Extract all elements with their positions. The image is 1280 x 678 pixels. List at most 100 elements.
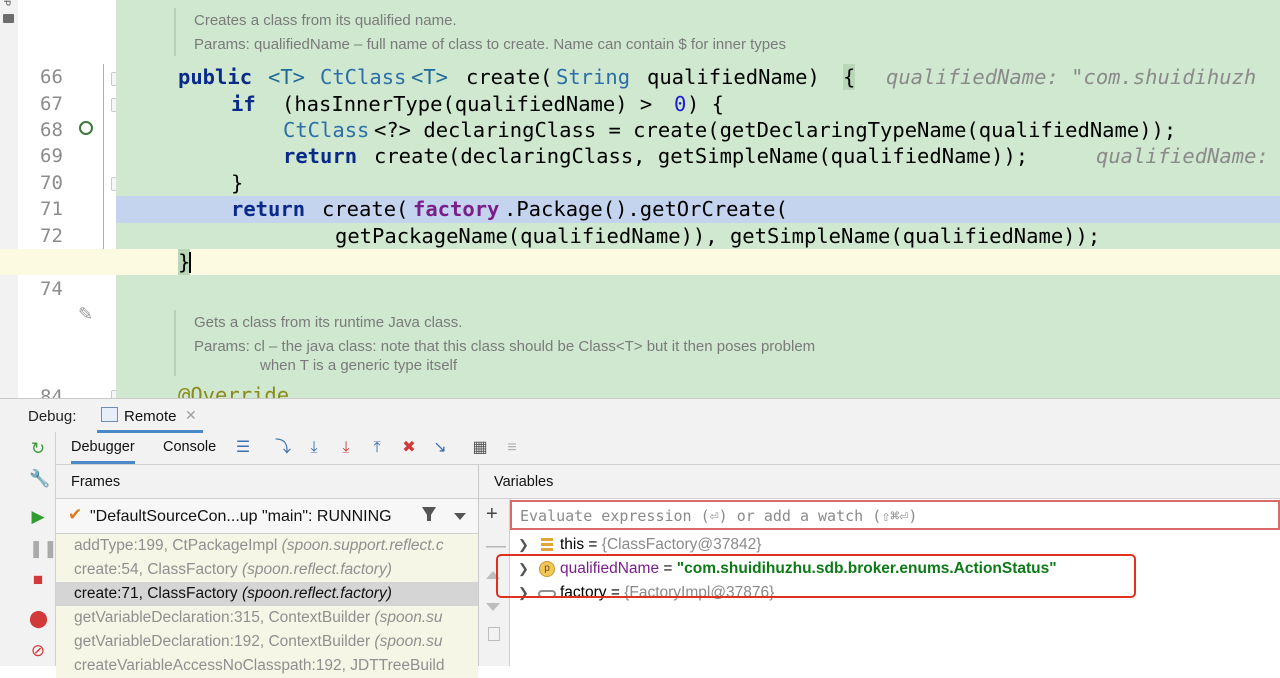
code-line-84[interactable]: @Override (116, 382, 1280, 398)
field: factory (413, 197, 500, 221)
thread-name: "DefaultSourceCon...up "main": RUNNING (90, 508, 392, 525)
debug-label: Debug: (28, 408, 77, 425)
chevron-down-icon[interactable] (454, 513, 466, 520)
check-icon: ✔ (68, 505, 83, 524)
tab-debugger[interactable]: Debugger (71, 432, 135, 464)
run-to-cursor-icon[interactable]: ↘ (430, 438, 450, 458)
trace-icon[interactable]: ≡ (502, 438, 522, 458)
frames-header: Frames (56, 465, 478, 499)
field-list-icon (541, 538, 553, 552)
frame-row[interactable]: getVariableDeclaration:192, ContextBuild… (56, 630, 478, 654)
type-param: <T> (411, 65, 449, 89)
rerun-icon[interactable]: ↻ (29, 440, 47, 458)
code-text: getPackageName(qualifiedName)), getSimpl… (335, 224, 1101, 248)
inline-value-hint: qualifiedName: "com.shuidihuzh (886, 65, 1257, 89)
type: CtClass (283, 118, 370, 142)
doc-comment-line: Params: qualifiedName – full name of cla… (194, 36, 786, 53)
line-number: 66 (40, 66, 63, 88)
pencil-icon[interactable]: ✎ (78, 304, 93, 325)
keyword: if (231, 92, 256, 116)
line-number: 67 (40, 93, 63, 115)
debugger-toolbar: Debugger Console ☰ ⤵ ⤓ ⤓ ⤒ ✖ ↘ ▦ ≡ (56, 432, 1280, 465)
variable-value: {ClassFactory@37842} (601, 536, 762, 553)
evaluate-expression-box[interactable] (510, 500, 1280, 530)
type-param: <T> (268, 65, 306, 89)
method-name: create( (466, 65, 553, 89)
code-text: .Package().getOrCreate( (504, 197, 788, 221)
step-out-icon[interactable]: ⤒ (367, 438, 387, 458)
code-line-70[interactable]: } (116, 170, 1280, 196)
code-area[interactable]: Creates a class from its qualified name.… (0, 0, 1280, 398)
evaluate-table-icon[interactable]: ▦ (470, 438, 490, 458)
variables-panel[interactable]: Variables + — ❯ this = {ClassFactory@378… (479, 465, 1280, 666)
step-into-icon[interactable]: ⤓ (336, 438, 356, 458)
frame-row[interactable]: create:54, ClassFactory (spoon.reflect.f… (56, 558, 478, 582)
variables-header: Variables (479, 465, 1280, 499)
code-line-69[interactable]: return create(declaringClass, getSimpleN… (116, 143, 1280, 169)
settings-wrench-icon[interactable]: 🔧 (29, 470, 50, 488)
doc-comment-line: Gets a class from its runtime Java class… (194, 314, 463, 331)
evaluate-expression-input[interactable] (518, 504, 1262, 528)
drop-frame-icon[interactable]: ✖ (399, 438, 419, 458)
line-number: 69 (40, 145, 63, 167)
annotation: @Override (178, 383, 290, 398)
variable-name: this (560, 536, 585, 553)
code-text: (hasInnerType(qualifiedName) > (282, 92, 665, 116)
line-number: 74 (40, 278, 63, 300)
code-line-68[interactable]: CtClass <?> declaringClass = create(getD… (116, 117, 1280, 143)
number-literal: 0 (674, 92, 687, 116)
keyword: return (283, 144, 358, 168)
code-line-71[interactable]: return create( factory .Package().getOrC… (116, 196, 1280, 222)
debug-side-toolbar: ↻ 🔧 ▶ ❚❚ ■ ⬤ ⊘ (20, 432, 58, 666)
folder-icon[interactable] (3, 14, 14, 23)
pause-icon[interactable]: ❚❚ (29, 540, 58, 558)
code-line-73[interactable]: } (116, 249, 1280, 275)
line-number: 71 (40, 198, 63, 220)
code-editor[interactable]: P 66 67 68 69 70 71 72 73 74 84 ✎ Create… (0, 0, 1280, 398)
highlight-annotation-box (496, 554, 1136, 598)
menu-icon[interactable]: ☰ (233, 438, 253, 458)
project-strip[interactable]: P (0, 0, 19, 398)
code-line-72[interactable]: getPackageName(qualifiedName)), getSimpl… (116, 223, 1280, 249)
doc-comment-line: Params: cl – the java class: note that t… (194, 338, 816, 355)
frame-row-selected[interactable]: create:71, ClassFactory (spoon.reflect.f… (56, 582, 478, 606)
code-line-66[interactable]: public <T> CtClass <T> create( String qu… (116, 64, 1280, 90)
tab-remote-label: Remote (124, 408, 177, 425)
filter-icon-stem (427, 515, 431, 521)
add-watch-icon[interactable]: + (486, 503, 498, 526)
resume-icon[interactable]: ▶ (29, 508, 47, 526)
debug-tool-window[interactable]: Debug: Remote ✕ ↻ 🔧 ▶ ❚❚ ■ ⬤ ⊘ Debugger … (0, 398, 1280, 678)
inline-value-hint: qualifiedName: (1096, 144, 1269, 168)
editor-gutter[interactable]: 66 67 68 69 70 71 72 73 74 84 ✎ (18, 0, 123, 398)
close-icon[interactable]: ✕ (185, 407, 197, 424)
step-over-icon[interactable]: ⤓ (304, 438, 324, 458)
code-line-67[interactable]: if (hasInnerType(qualifiedName) > 0 ) { (116, 91, 1280, 117)
code-text: } (231, 171, 244, 195)
doc-bar (174, 8, 176, 56)
brace: { (843, 64, 856, 90)
view-breakpoints-icon[interactable]: ⬤ (29, 610, 48, 628)
doc-comment-line: Creates a class from its qualified name. (194, 12, 457, 29)
show-execution-point-icon[interactable]: ⤵ (273, 438, 293, 458)
frame-row[interactable]: createVariableAccessNoClasspath:192, JDT… (56, 654, 478, 678)
tab-console[interactable]: Console (163, 432, 216, 462)
move-down-icon[interactable] (486, 603, 500, 611)
text-caret (189, 252, 191, 273)
thread-selector[interactable]: ✔ "DefaultSourceCon...up "main": RUNNING (56, 499, 478, 534)
type: CtClass (320, 65, 407, 89)
line-number: 70 (40, 172, 63, 194)
duplicate-icon[interactable] (488, 627, 500, 641)
change-marker (103, 64, 104, 274)
stop-icon[interactable]: ■ (29, 571, 47, 589)
parameter: qualifiedName) (647, 65, 833, 89)
code-text: create( (322, 197, 409, 221)
frames-panel[interactable]: Frames ✔ "DefaultSourceCon...up "main": … (56, 465, 479, 678)
mute-breakpoints-icon[interactable]: ⊘ (29, 642, 47, 660)
recursive-call-icon[interactable] (79, 121, 93, 135)
frame-row[interactable]: addType:199, CtPackageImpl (spoon.suppor… (56, 534, 478, 558)
line-number: 84 (40, 386, 63, 398)
keyword: return (231, 197, 306, 221)
frame-row[interactable]: getVariableDeclaration:315, ContextBuild… (56, 606, 478, 630)
tab-remote[interactable]: Remote ✕ (97, 399, 203, 433)
line-number: 68 (40, 119, 63, 141)
